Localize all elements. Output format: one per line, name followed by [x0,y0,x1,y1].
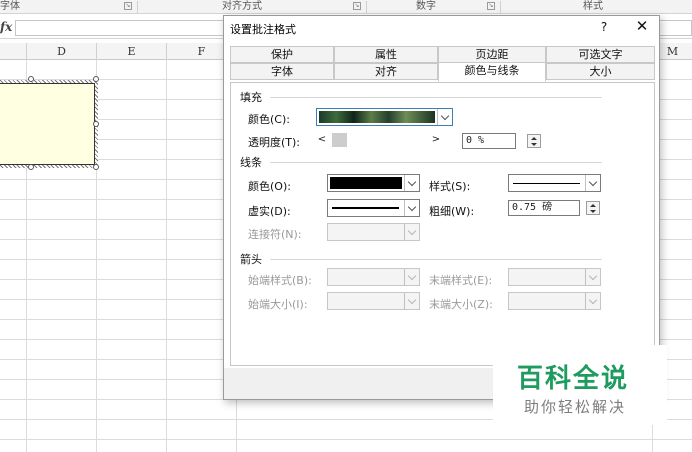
begin-size-label: 始端大小(I): [248,298,308,311]
ribbon-group-strip: 字体 ↘ 对齐方式 ↘ 数字 ↘ 样式 [0,0,692,14]
tab-colors-and-lines[interactable]: 颜色与线条 [438,62,546,82]
tab-alt-text[interactable]: 可选文字 [546,46,655,63]
chevron-down-icon[interactable] [404,293,419,309]
column-header-d[interactable]: D [27,43,97,60]
slider-thumb[interactable] [332,133,347,147]
slider-left-arrow-icon[interactable]: < [316,133,328,147]
help-button[interactable]: ? [596,19,612,35]
transparency-label: 透明度(T): [248,136,301,149]
end-style-label: 末端样式(E): [429,274,493,287]
end-size-dropdown[interactable] [508,292,601,310]
dash-type-preview [332,207,399,209]
fill-texture-swatch [319,111,435,123]
dash-type-dropdown[interactable] [327,199,420,217]
fill-section-title: 填充 [240,91,262,104]
tab-margins[interactable]: 页边距 [438,46,546,63]
line-color-label: 颜色(O): [248,180,291,193]
ribbon-group-number: 数字 [416,1,436,12]
tab-size[interactable]: 大小 [546,63,655,80]
chevron-down-icon[interactable] [404,175,419,191]
tab-font[interactable]: 字体 [230,63,334,80]
line-weight-label: 粗细(W): [429,205,475,218]
chevron-down-icon[interactable] [585,175,600,191]
end-style-dropdown[interactable] [508,268,601,286]
begin-style-dropdown[interactable] [327,268,420,286]
connector-dropdown[interactable] [327,223,420,241]
fill-color-label: 颜色(C): [248,113,290,126]
resize-handle-top[interactable] [28,76,34,82]
ribbon-group-styles: 样式 [583,1,603,12]
column-header-e[interactable]: E [97,43,167,60]
column-header-blank[interactable] [0,43,27,60]
resize-handle-right[interactable] [93,121,99,127]
slider-right-arrow-icon[interactable]: > [430,133,442,147]
arrows-section-title: 箭头 [240,253,262,266]
tab-protection[interactable]: 保护 [230,46,334,63]
close-button[interactable]: ✕ [632,18,652,36]
transparency-input[interactable]: 0 % [462,133,516,149]
transparency-spinner[interactable] [527,134,541,148]
chevron-down-icon[interactable] [585,269,600,285]
arrows-section-line [270,259,602,260]
line-weight-spinner[interactable] [586,201,600,215]
tab-properties[interactable]: 属性 [334,46,438,63]
line-style-preview [513,183,580,184]
dialog-tabs: 保护 属性 页边距 可选文字 字体 对齐 颜色与线条 大小 [230,46,655,84]
chevron-down-icon[interactable] [437,109,452,125]
line-section-title: 线条 [240,156,262,169]
begin-style-label: 始端样式(B): [248,274,312,287]
font-dialog-launcher-icon[interactable]: ↘ [124,2,132,10]
ribbon-separator [366,1,367,13]
resize-handle-top-right[interactable] [93,76,99,82]
end-size-label: 末端大小(Z): [429,298,493,311]
format-comment-dialog: 设置批注格式 ? ✕ 保护 属性 页边距 可选文字 字体 对齐 颜色与线条 大小… [223,15,660,400]
line-color-dropdown[interactable] [327,174,420,192]
line-color-swatch [330,177,402,189]
resize-handle-bottom[interactable] [28,164,34,170]
dialog-title: 设置批注格式 [230,23,296,36]
comment-box[interactable] [0,83,95,165]
tab-alignment[interactable]: 对齐 [334,63,438,80]
ribbon-separator [500,1,501,13]
line-weight-input[interactable]: 0.75 磅 [508,200,580,216]
chevron-down-icon[interactable] [404,269,419,285]
line-style-dropdown[interactable] [508,174,601,192]
fill-section-line [270,97,602,98]
connector-label: 连接符(N): [248,228,302,241]
fx-icon[interactable]: fx [0,20,14,34]
number-dialog-launcher-icon[interactable]: ↘ [487,2,495,10]
ribbon-separator [137,1,138,13]
line-section-line [270,162,602,163]
begin-size-dropdown[interactable] [327,292,420,310]
alignment-dialog-launcher-icon[interactable]: ↘ [353,2,361,10]
chevron-down-icon[interactable] [404,224,419,240]
line-style-label: 样式(S): [429,180,471,193]
fill-color-dropdown[interactable] [316,108,453,126]
ribbon-group-alignment: 对齐方式 [222,1,262,12]
resize-handle-bottom-right[interactable] [93,164,99,170]
chevron-down-icon[interactable] [585,293,600,309]
watermark-subtitle: 助你轻松解决 [524,398,627,416]
dash-type-label: 虚实(D): [248,205,291,218]
transparency-slider[interactable]: < > [316,133,444,147]
ribbon-group-font: 字体 [0,1,20,12]
watermark-title: 百科全说 [517,364,630,394]
chevron-down-icon[interactable] [404,200,419,216]
